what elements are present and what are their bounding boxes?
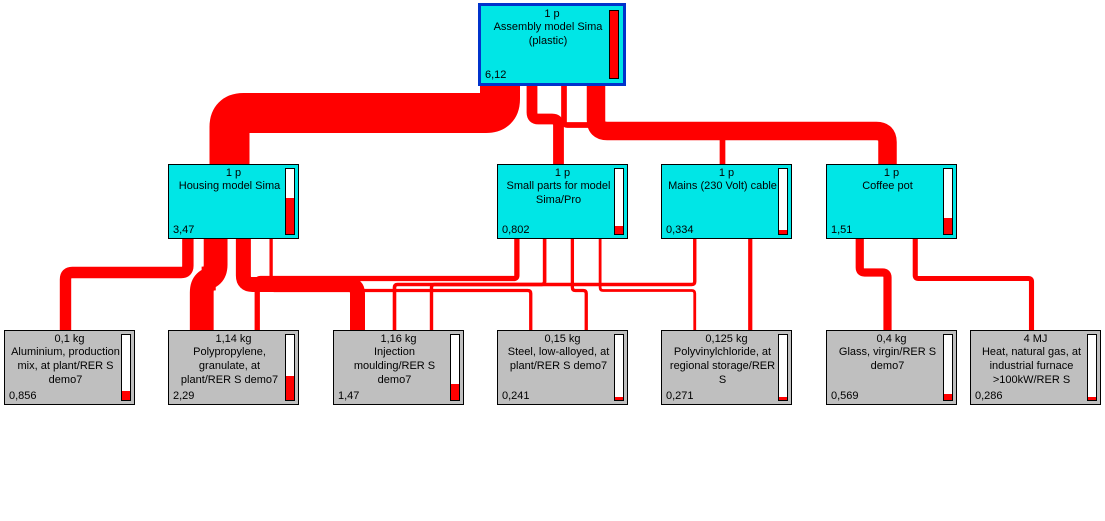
node-value: 0,241	[502, 390, 530, 402]
node-value: 6,12	[485, 69, 506, 81]
node-coffeepot[interactable]: 1 pCoffee pot 1,51	[826, 164, 957, 239]
node-housing[interactable]: 1 pHousing model Sima 3,47	[168, 164, 299, 239]
flow-injection-to-housing	[243, 239, 357, 330]
node-mains[interactable]: 1 pMains (230 Volt) cable 0,334	[661, 164, 792, 239]
node-quantity: 0,4 kg	[827, 333, 956, 346]
node-name: Assembly model Sima (plastic)	[481, 21, 623, 49]
flow-pvc-to-smallparts	[600, 239, 695, 330]
flow-housing-to-root	[230, 86, 501, 164]
node-value: 1,47	[338, 390, 359, 402]
node-value: 0,271	[666, 390, 694, 402]
thermometer	[285, 168, 295, 235]
thermometer	[121, 334, 131, 401]
node-value: 2,29	[173, 390, 194, 402]
node-injection[interactable]: 1,16 kgInjection moulding/RER S demo7 1,4…	[333, 330, 464, 405]
node-value: 0,802	[502, 224, 530, 236]
node-name: Heat, natural gas, at industrial furnace…	[971, 346, 1100, 387]
thermometer	[614, 334, 624, 401]
flow-pp-to-smallparts	[257, 239, 517, 330]
node-name: Steel, low-alloyed, at plant/RER S demo7	[498, 346, 627, 374]
flow-steel-to-smallparts	[572, 239, 586, 330]
node-quantity: 1 p	[481, 8, 623, 21]
node-value: 0,856	[9, 390, 37, 402]
node-quantity: 1,16 kg	[334, 333, 463, 346]
node-name: Polypropylene, granulate, at plant/RER S…	[169, 346, 298, 387]
node-quantity: 1 p	[827, 167, 956, 180]
node-quantity: 1 p	[662, 167, 791, 180]
node-value: 0,334	[666, 224, 694, 236]
flow-aluminium-to-housing	[66, 239, 188, 330]
thermometer	[943, 168, 953, 235]
node-value: 0,569	[831, 390, 859, 402]
node-quantity: 0,125 kg	[662, 333, 791, 346]
thermometer	[778, 168, 788, 235]
flow-glass-to-coffeepot	[860, 239, 888, 330]
flow-injection-to-smallparts	[395, 239, 545, 330]
sankey-tree-canvas: 1 pAssembly model Sima (plastic)6,121 pH…	[0, 0, 1105, 521]
node-name: Injection moulding/RER S demo7	[334, 346, 463, 387]
node-name: Mains (230 Volt) cable	[662, 180, 791, 194]
flow-pp-to-housing	[202, 239, 216, 330]
node-pvc[interactable]: 0,125 kgPolyvinylchloride, at regional s…	[661, 330, 792, 405]
node-quantity: 0,1 kg	[5, 333, 134, 346]
flow-heat-to-coffeepot	[915, 239, 1031, 330]
node-name: Housing model Sima	[169, 180, 298, 194]
node-value: 0,286	[975, 390, 1003, 402]
node-heat[interactable]: 4 MJHeat, natural gas, at industrial fur…	[970, 330, 1101, 405]
thermometer	[609, 10, 619, 79]
thermometer	[943, 334, 953, 401]
node-quantity: 4 MJ	[971, 333, 1100, 346]
thermometer	[285, 334, 295, 401]
node-quantity: 1 p	[498, 167, 627, 180]
node-name: Coffee pot	[827, 180, 956, 194]
node-quantity: 1 p	[169, 167, 298, 180]
node-name: Small parts for model Sima/Pro	[498, 180, 627, 208]
node-quantity: 0,15 kg	[498, 333, 627, 346]
node-value: 1,51	[831, 224, 852, 236]
node-pp[interactable]: 1,14 kgPolypropylene, granulate, at plan…	[168, 330, 299, 405]
node-smallparts[interactable]: 1 pSmall parts for model Sima/Pro 0,802	[497, 164, 628, 239]
node-name: Aluminium, production mix, at plant/RER …	[5, 346, 134, 387]
flow-mains-to-root	[564, 86, 723, 164]
node-root[interactable]: 1 pAssembly model Sima (plastic) 6,12	[478, 3, 626, 86]
node-name: Polyvinylchloride, at regional storage/R…	[662, 346, 791, 387]
thermometer	[614, 168, 624, 235]
node-glass[interactable]: 0,4 kgGlass, virgin/RER S demo7 0,569	[826, 330, 957, 405]
flow-coffeepot-to-root	[596, 86, 888, 164]
node-name: Glass, virgin/RER S demo7	[827, 346, 956, 374]
flow-steel-to-housing	[271, 239, 531, 330]
thermometer	[778, 334, 788, 401]
thermometer	[450, 334, 460, 401]
node-steel[interactable]: 0,15 kgSteel, low-alloyed, at plant/RER …	[497, 330, 628, 405]
flow-smallparts-to-root	[532, 86, 559, 164]
thermometer	[1087, 334, 1097, 401]
flow-injection-to-mains	[432, 239, 695, 330]
node-quantity: 1,14 kg	[169, 333, 298, 346]
node-value: 3,47	[173, 224, 194, 236]
node-aluminium[interactable]: 0,1 kgAluminium, production mix, at plan…	[4, 330, 135, 405]
